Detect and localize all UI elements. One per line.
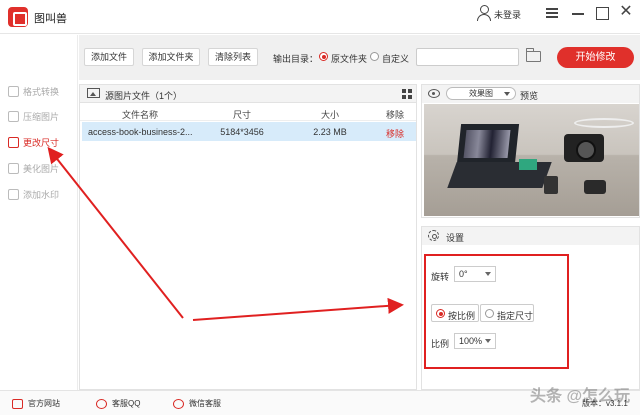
column-remove: 移除 — [385, 110, 404, 120]
resize-icon — [8, 136, 19, 148]
qq-icon — [96, 398, 107, 409]
file-name: access-book-business-2... — [88, 127, 193, 137]
file-dimensions: 5184*3456 — [220, 127, 264, 137]
sidebar-item-label: 压缩图片 — [23, 111, 60, 122]
custom-folder-label: 自定义 — [382, 54, 410, 64]
add-folder-button[interactable]: 添加文件夹 — [142, 48, 200, 66]
preview-panel: 效果图 预览 — [421, 84, 640, 218]
compress-icon — [8, 110, 19, 122]
column-headers: 文件名称 尺寸 大小 移除 — [80, 104, 416, 121]
file-list-panel: 源图片文件（1个） 文件名称 尺寸 大小 移除 access-book-busi… — [79, 84, 417, 390]
watermark-icon — [8, 188, 19, 200]
wechat-label: 微信客服 — [189, 399, 221, 408]
gear-icon — [428, 230, 439, 241]
file-list-header: 源图片文件（1个） — [80, 85, 416, 103]
column-size: 大小 — [320, 110, 339, 120]
preview-header: 效果图 预览 — [422, 85, 639, 103]
minimize-icon[interactable] — [569, 4, 587, 22]
sidebar-item-resize[interactable]: 更改尺寸 — [8, 134, 74, 150]
sidebar: 格式转换 压缩图片 更改尺寸 美化图片 添加水印 — [0, 35, 78, 390]
sidebar-item-label: 添加水印 — [23, 189, 60, 200]
eye-icon — [428, 89, 440, 98]
preview-label: 预览 — [520, 91, 539, 101]
menu-icon[interactable] — [543, 4, 561, 22]
app-title: 图叫兽 — [34, 13, 67, 25]
website-link[interactable]: 官方网站 — [12, 398, 60, 409]
column-dimensions: 尺寸 — [232, 110, 251, 120]
source-folder-label: 原文件夹 — [331, 54, 368, 64]
radio-source-folder[interactable] — [319, 52, 328, 61]
radio-custom-folder[interactable] — [370, 52, 379, 61]
start-modify-button[interactable]: 开始修改 — [557, 47, 634, 68]
title-bar: 图叫兽 未登录 ✕ — [0, 0, 640, 34]
file-list-title: 源图片文件（1个） — [105, 91, 183, 101]
output-dir-label: 输出目录： — [273, 54, 319, 64]
add-file-button[interactable]: 添加文件 — [84, 48, 134, 66]
beautify-icon — [8, 162, 19, 174]
grid-view-icon[interactable] — [402, 89, 412, 99]
version-text: 版本：v3.1.1 — [582, 399, 628, 408]
close-icon[interactable]: ✕ — [617, 4, 635, 22]
website-label: 官方网站 — [28, 399, 60, 408]
login-link[interactable]: 未登录 — [494, 8, 521, 21]
clear-list-button[interactable]: 清除列表 — [208, 48, 258, 66]
toolbar: 添加文件 添加文件夹 清除列表 输出目录： 原文件夹 自定义 开始修改 — [79, 35, 640, 80]
remove-button[interactable]: 移除 — [376, 127, 414, 140]
view-mode-select[interactable]: 效果图 — [446, 87, 516, 100]
sidebar-item-label: 美化图片 — [23, 163, 60, 174]
app-logo-icon — [8, 7, 28, 27]
preview-image — [424, 104, 639, 216]
wechat-support-link[interactable]: 微信客服 — [173, 398, 221, 409]
monitor-icon — [12, 398, 23, 409]
wechat-icon — [173, 398, 184, 409]
file-size: 2.23 MB — [313, 127, 347, 137]
sidebar-item-watermark[interactable]: 添加水印 — [8, 186, 74, 202]
sidebar-item-beautify[interactable]: 美化图片 — [8, 160, 74, 176]
folder-icon[interactable] — [526, 48, 541, 62]
user-icon[interactable] — [477, 5, 491, 21]
image-icon — [87, 88, 100, 98]
sidebar-item-label: 格式转换 — [23, 86, 60, 97]
output-path-input[interactable] — [416, 48, 519, 66]
annotation-highlight-box — [424, 254, 569, 369]
sidebar-item-compress[interactable]: 压缩图片 — [8, 108, 74, 124]
sidebar-item-format-convert[interactable]: 格式转换 — [8, 83, 74, 99]
settings-title: 设置 — [446, 233, 465, 243]
sidebar-item-label: 更改尺寸 — [23, 137, 60, 148]
format-convert-icon — [8, 85, 19, 97]
column-name: 文件名称 — [121, 110, 158, 120]
qq-support-link[interactable]: 客服QQ — [96, 398, 140, 409]
maximize-icon[interactable] — [593, 4, 611, 22]
settings-header: 设置 — [422, 227, 639, 245]
table-row[interactable]: access-book-business-2... 5184*3456 2.23… — [82, 122, 416, 141]
qq-label: 客服QQ — [112, 399, 141, 408]
